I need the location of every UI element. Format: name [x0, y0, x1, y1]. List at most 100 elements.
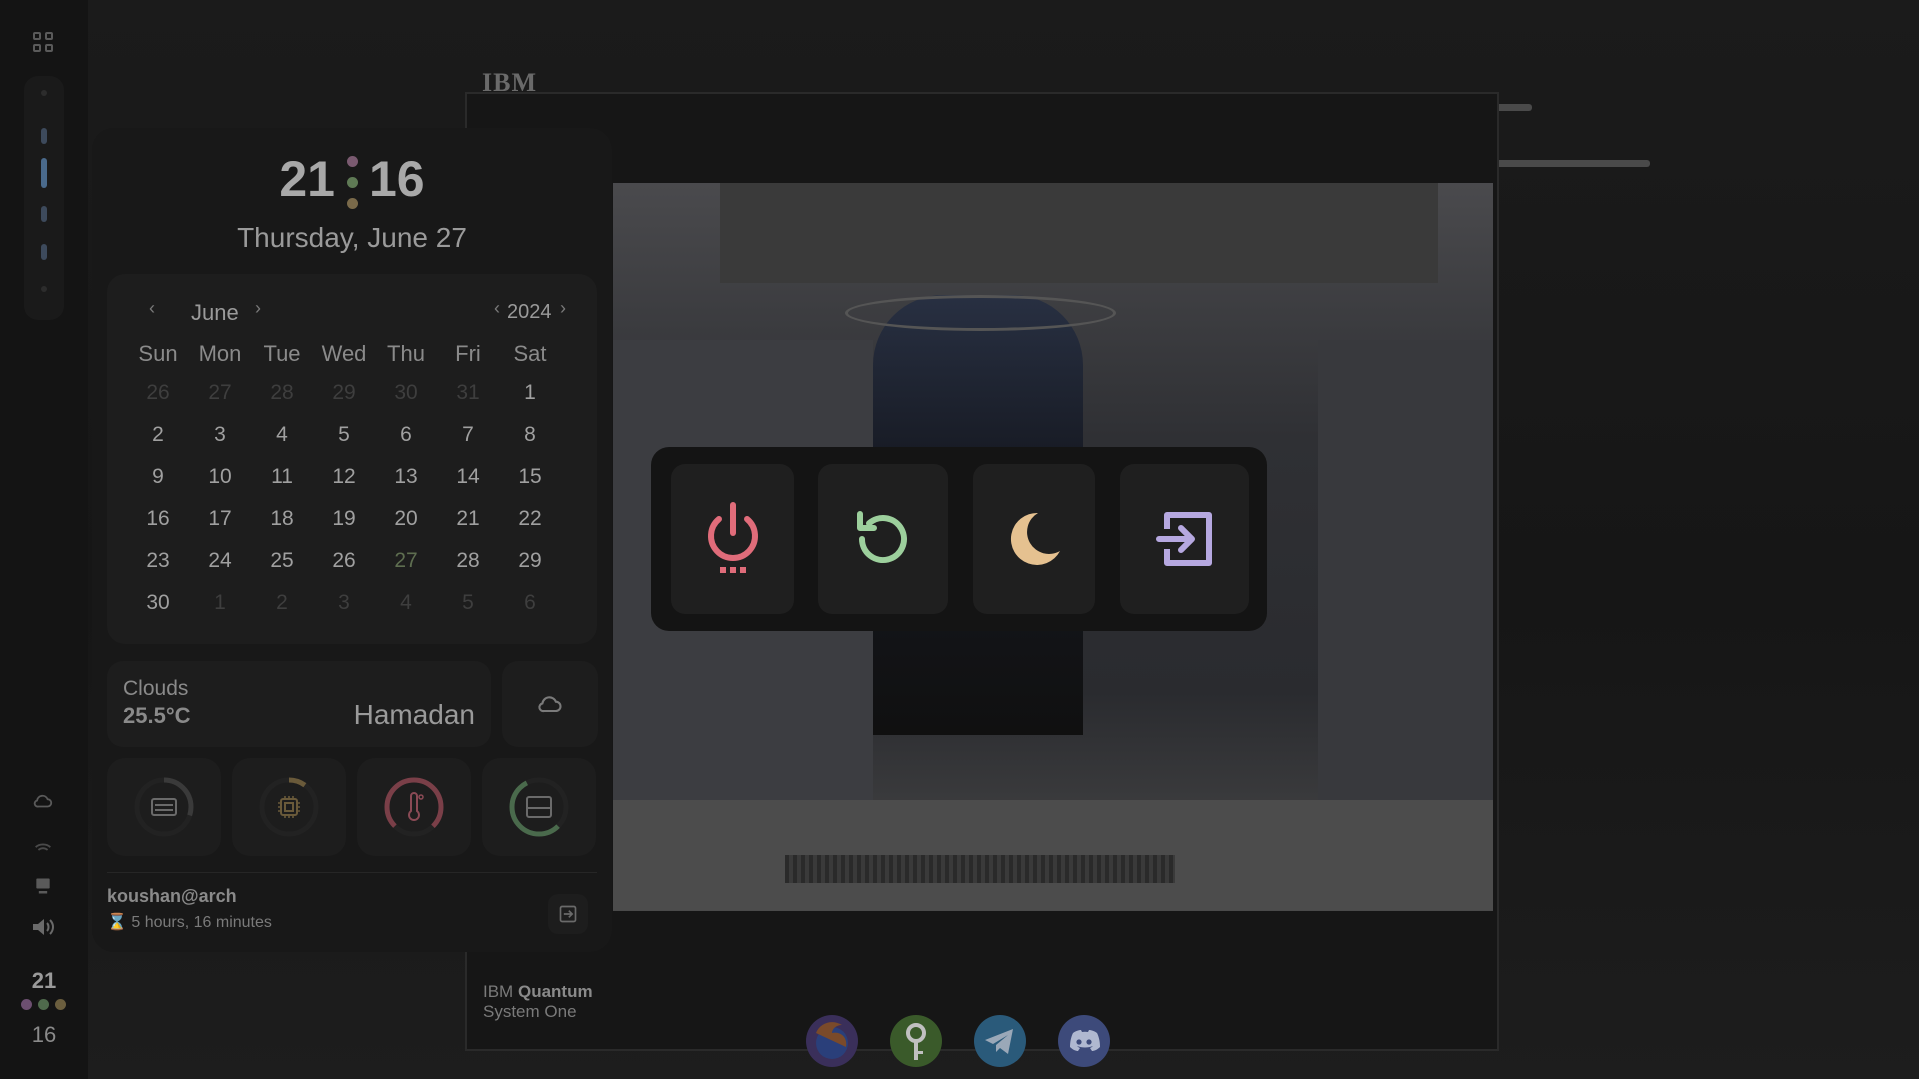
big-clock: 21 16	[92, 150, 612, 210]
calendar-day[interactable]: 2	[251, 582, 313, 624]
shutdown-button[interactable]	[671, 464, 794, 614]
calendar-day[interactable]: 1	[499, 372, 561, 414]
workspace-4[interactable]	[41, 206, 47, 222]
clock-dot	[38, 999, 49, 1010]
calendar-day[interactable]: 29	[313, 372, 375, 414]
logout-button[interactable]	[548, 894, 588, 934]
calendar-day[interactable]: 5	[437, 582, 499, 624]
cpu-icon	[278, 796, 300, 818]
launcher-cell	[33, 32, 41, 40]
calendar-day[interactable]: 29	[499, 540, 561, 582]
date-text: Thursday, June 27	[237, 222, 467, 253]
telegram-icon[interactable]	[972, 1013, 1028, 1069]
calendar-day[interactable]: 9	[127, 456, 189, 498]
calendar-day[interactable]: 6	[375, 414, 437, 456]
firefox-icon[interactable]	[804, 1013, 860, 1069]
calendar-day-today[interactable]: 27	[375, 540, 437, 582]
calendar-day[interactable]: 13	[375, 456, 437, 498]
disk-gauge	[482, 758, 596, 856]
calendar-day[interactable]: 7	[437, 414, 499, 456]
calendar-grid: Sun Mon Tue Wed Thu Fri Sat 26 27 28 29 30 31 1 2 3 4 5 6 7…	[127, 336, 561, 624]
weather-refresh-button[interactable]	[502, 661, 598, 747]
clock-dot	[21, 999, 32, 1010]
cpu-gauge	[232, 758, 346, 856]
bar-clock-hours: 21	[31, 968, 57, 993]
caption-bold: Quantum	[517, 982, 593, 1001]
calendar-day[interactable]: 24	[189, 540, 251, 582]
calendar-day[interactable]: 23	[127, 540, 189, 582]
next-year-button[interactable]: ›	[560, 298, 566, 319]
calendar-day[interactable]: 27	[189, 372, 251, 414]
workspace-indicator	[24, 76, 64, 320]
weekday-header: Mon	[198, 341, 242, 366]
restart-icon	[857, 511, 907, 564]
calendar-day[interactable]: 14	[437, 456, 499, 498]
workspace-6[interactable]	[41, 286, 47, 292]
weekday-header: Thu	[387, 341, 425, 366]
calendar-day[interactable]: 4	[251, 414, 313, 456]
cloud-icon	[538, 696, 562, 713]
calendar-day[interactable]: 28	[437, 540, 499, 582]
logout-icon	[1155, 512, 1212, 566]
weekday-header: Tue	[263, 341, 301, 366]
calendar-day[interactable]: 26	[313, 540, 375, 582]
calendar-widget: ‹ June › ‹ 2024 › Sun Mon Tue Wed Thu Fri Sat 2…	[107, 274, 597, 644]
calendar-day[interactable]: 18	[251, 498, 313, 540]
calendar-day[interactable]: 15	[499, 456, 561, 498]
volume-icon[interactable]	[30, 915, 56, 941]
weather-cloud-icon[interactable]	[30, 790, 56, 816]
year-label: 2024	[507, 301, 552, 323]
caption-prefix: IBM	[483, 982, 514, 1001]
dashboard-panel: 21 16 Thursday, June 27 ‹ June › ‹ 2024 ›…	[92, 128, 612, 952]
reboot-button[interactable]	[818, 464, 948, 614]
keepassxc-icon[interactable]	[888, 1013, 944, 1069]
calendar-day[interactable]: 20	[375, 498, 437, 540]
wallpaper-caption: IBM Quantum System One	[483, 982, 593, 1022]
calendar-day[interactable]: 19	[313, 498, 375, 540]
calendar-day[interactable]: 25	[251, 540, 313, 582]
calendar-day[interactable]: 30	[375, 372, 437, 414]
workspace-2[interactable]	[41, 128, 47, 144]
workspace-1[interactable]	[41, 90, 47, 96]
calendar-day[interactable]: 5	[313, 414, 375, 456]
calendar-day[interactable]: 22	[499, 498, 561, 540]
discord-icon[interactable]	[1056, 1013, 1112, 1069]
calendar-day[interactable]: 3	[313, 582, 375, 624]
power-menu	[651, 447, 1267, 631]
workspace-3-active[interactable]	[41, 158, 47, 188]
calendar-day[interactable]: 30	[127, 582, 189, 624]
workspace-5[interactable]	[41, 244, 47, 260]
calendar-day[interactable]: 8	[499, 414, 561, 456]
calendar-day[interactable]: 11	[251, 456, 313, 498]
calendar-day[interactable]: 31	[437, 372, 499, 414]
room-back-wall	[720, 183, 1438, 283]
calendar-day[interactable]: 3	[189, 414, 251, 456]
calendar-day[interactable]: 28	[251, 372, 313, 414]
monitor-icon[interactable]	[30, 876, 56, 902]
prev-month-button[interactable]: ‹	[149, 298, 155, 319]
network-icon[interactable]	[30, 838, 56, 864]
weather-city: Hamadan	[353, 699, 475, 730]
ceiling-light	[1478, 160, 1650, 167]
calendar-day[interactable]: 21	[437, 498, 499, 540]
bar-clock-dots	[21, 999, 66, 1010]
left-bar: 21 16	[0, 0, 88, 1079]
calendar-day[interactable]: 26	[127, 372, 189, 414]
calendar-day[interactable]: 16	[127, 498, 189, 540]
moon-icon	[1010, 512, 1060, 565]
memory-gauge	[107, 758, 221, 856]
calendar-day[interactable]: 1	[189, 582, 251, 624]
weekday-header: Sun	[138, 341, 178, 366]
app-launcher-icon[interactable]	[33, 32, 53, 52]
calendar-day[interactable]: 12	[313, 456, 375, 498]
calendar-day[interactable]: 6	[499, 582, 561, 624]
calendar-day[interactable]: 2	[127, 414, 189, 456]
thermometer-icon	[408, 792, 424, 821]
calendar-day[interactable]: 10	[189, 456, 251, 498]
next-month-button[interactable]: ›	[255, 298, 261, 319]
calendar-day[interactable]: 17	[189, 498, 251, 540]
suspend-button[interactable]	[973, 464, 1095, 614]
calendar-day[interactable]: 4	[375, 582, 437, 624]
prev-year-button[interactable]: ‹	[494, 298, 500, 319]
logout-power-button[interactable]	[1120, 464, 1249, 614]
